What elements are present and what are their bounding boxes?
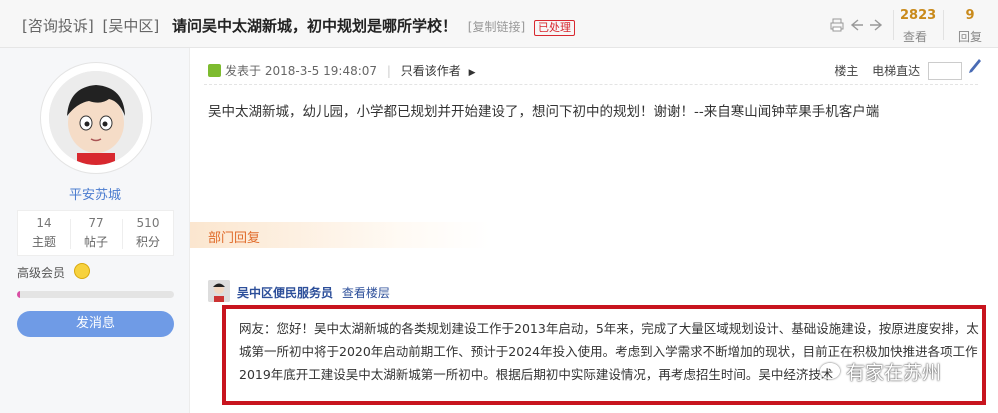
reply-content-box: 网友：您好！吴中太湖新城的各类规划建设工作于2013年启动，5年来，完成了大量区… — [222, 305, 986, 405]
watermark: 有家在苏州 — [820, 358, 941, 385]
send-message-button[interactable]: 发消息 — [17, 311, 174, 337]
reply-avatar[interactable] — [208, 280, 230, 302]
posted-prefix: 发表于 — [225, 64, 262, 78]
views-stat: 2823 查看 — [900, 8, 937, 44]
member-level: 高级会员 — [17, 266, 66, 280]
level-progress — [17, 291, 174, 298]
avatar[interactable] — [49, 71, 143, 165]
status-badge: 已处理 — [533, 20, 575, 36]
online-icon — [208, 64, 221, 77]
replies-stat: 9 回复 — [957, 8, 982, 44]
pencil-icon[interactable] — [968, 58, 982, 78]
post-meta: 发表于 2018-3-5 19:48:07 | 只看该作者 ▶ — [208, 62, 476, 79]
reply-line: 网友：您好！吴中太湖新城的各类规划建设工作于2013年启动，5年来，完成了大量区… — [239, 321, 979, 336]
level-progress-fill — [17, 291, 21, 298]
user-stats: 14 主题 77 帖子 510 积分 — [17, 210, 174, 256]
stat-threads[interactable]: 14 主题 — [18, 216, 70, 250]
user-sidebar: 平安苏城 14 主题 77 帖子 510 积分 高级会员 发消息 — [0, 48, 190, 413]
reply-department[interactable]: 吴中区便民服务员 — [237, 286, 333, 300]
smile-icon — [74, 263, 90, 279]
only-author-link[interactable]: 只看该作者 — [401, 64, 461, 78]
dept-reply-label: 部门回复 — [208, 231, 261, 246]
floor-label: 楼主 — [834, 64, 859, 78]
floor-jump-input[interactable] — [928, 62, 962, 80]
print-icon[interactable] — [830, 18, 844, 32]
view-floor-link[interactable]: 查看楼层 — [342, 286, 390, 300]
stat-points[interactable]: 510 积分 — [122, 216, 174, 250]
posted-time: 2018-3-5 19:48:07 — [264, 64, 378, 78]
wechat-icon — [820, 363, 840, 379]
caret-right-icon: ▶ — [468, 68, 476, 78]
district-tag[interactable]: [吴中区] — [103, 17, 160, 35]
stat-posts[interactable]: 77 帖子 — [70, 216, 122, 250]
copy-link[interactable]: [复制链接] — [468, 20, 525, 34]
category-tag[interactable]: [咨询投诉] — [22, 17, 94, 35]
next-icon[interactable] — [869, 18, 883, 32]
prev-icon[interactable] — [850, 18, 864, 32]
dept-reply-band: 部门回复 — [190, 222, 490, 248]
post-body: 吴中太湖新城，幼儿园，小学都已规划并开始建设了，想问下初中的规划！谢谢！--来自… — [208, 104, 880, 120]
thread-title: 请问吴中太湖新城，初中规划是哪所学校！ — [172, 17, 458, 35]
floor-tools: 楼主 电梯直达 — [834, 62, 962, 80]
jump-label: 电梯直达 — [872, 64, 921, 78]
thread-header: [咨询投诉] [吴中区] 请问吴中太湖新城，初中规划是哪所学校！ [复制链接] … — [0, 0, 998, 48]
reply-header: 吴中区便民服务员 查看楼层 — [237, 284, 390, 301]
avatar-frame — [40, 62, 152, 174]
thread-title-line: [咨询投诉] [吴中区] 请问吴中太湖新城，初中规划是哪所学校！ [复制链接] … — [22, 15, 575, 36]
username[interactable]: 平安苏城 — [0, 184, 190, 203]
